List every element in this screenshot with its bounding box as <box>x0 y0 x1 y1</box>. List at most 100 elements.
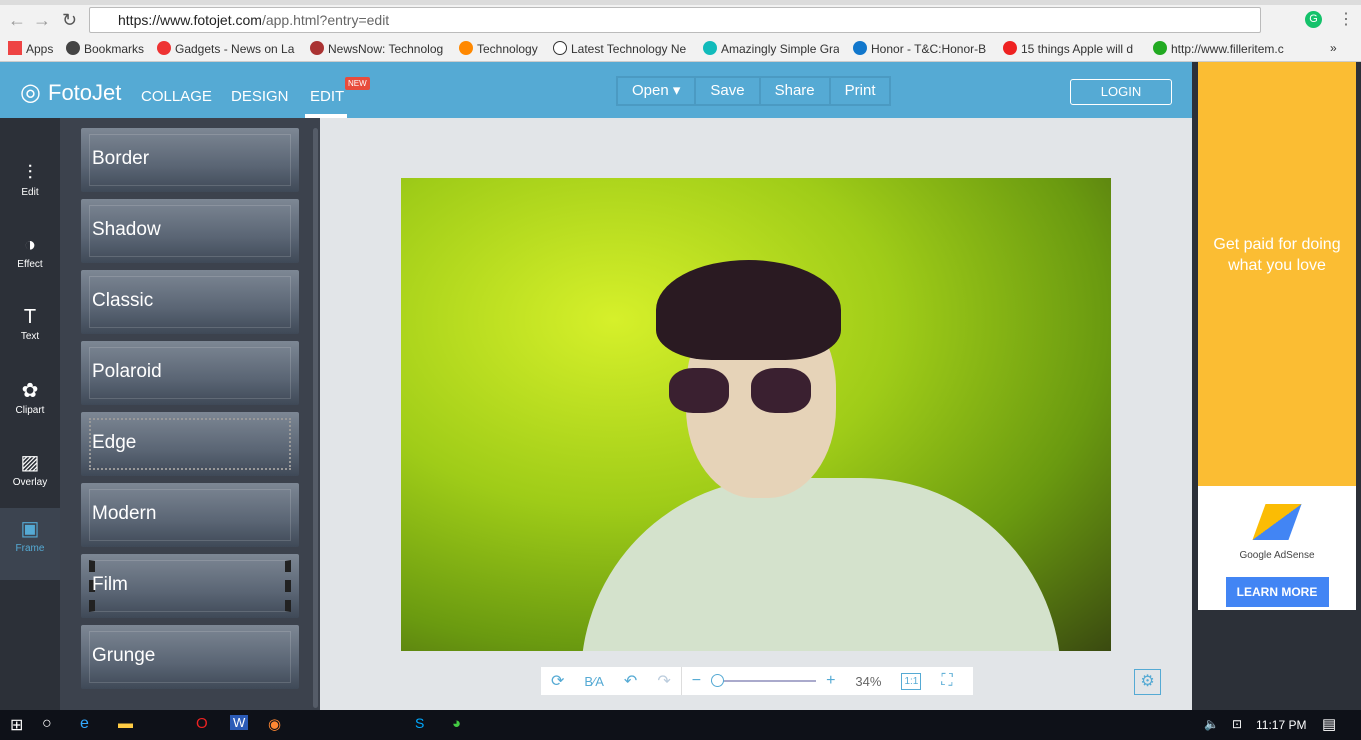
bookmark[interactable]: NewsNow: Technolog <box>310 41 444 56</box>
rail-label: Edit <box>21 187 39 198</box>
bookmark[interactable]: Amazingly Simple Gra <box>703 41 839 56</box>
frame-panel-scrollbar[interactable] <box>313 128 318 708</box>
bookmark[interactable]: 15 things Apple will d <box>1003 41 1140 56</box>
frame-label: Modern <box>92 503 157 524</box>
bookmark[interactable]: Gadgets - News on La <box>157 41 295 56</box>
zoom-out-icon[interactable]: − <box>692 672 701 690</box>
logo: FotoJet <box>48 80 122 105</box>
photo-shirt <box>581 478 1061 651</box>
frame-polaroid[interactable]: Polaroid <box>81 341 299 405</box>
rail-frame[interactable]: ▣ Frame <box>0 508 60 580</box>
bookmark[interactable]: Honor - T&C:Honor-B <box>853 41 986 56</box>
rail-clipart[interactable]: ✿ Clipart <box>0 370 60 442</box>
more-bookmarks[interactable]: » <box>1330 41 1337 55</box>
rail-text[interactable]: T Text <box>0 298 60 370</box>
bookmark[interactable]: http://www.filleritem.c <box>1153 41 1293 56</box>
bookmark-label: Latest Technology Ne <box>571 42 687 56</box>
clipart-icon: ✿ <box>21 380 39 402</box>
rotate-icon[interactable]: ⟳ <box>551 671 564 691</box>
address-bar[interactable]: https://www.fotojet.com/app.html?entry=e… <box>89 7 1261 33</box>
fullscreen-icon[interactable]: ⛶ <box>941 672 952 690</box>
overlay-icon: ▨ <box>20 452 40 474</box>
forward-icon[interactable]: → <box>33 10 51 31</box>
notifications-icon[interactable]: ▤ <box>1322 715 1336 733</box>
share-button[interactable]: Share <box>761 78 831 104</box>
print-button[interactable]: Print <box>831 78 890 104</box>
frame-grunge[interactable]: Grunge <box>81 625 299 689</box>
login-button[interactable]: LOGIN <box>1070 79 1172 105</box>
gear-icon: ⚙ <box>1140 673 1155 690</box>
network-icon[interactable]: ⊡ <box>1232 717 1242 731</box>
frame-label: Film <box>92 574 128 595</box>
zoom-in-icon[interactable]: + <box>826 672 835 690</box>
bookmark-apps[interactable]: Apps <box>8 41 53 56</box>
rail-effect[interactable]: ◑ Effect <box>0 226 60 298</box>
menu-icon[interactable]: ⋮ <box>1338 9 1354 29</box>
clock[interactable]: 11:17 PM <box>1256 718 1306 732</box>
frame-label: Polaroid <box>92 361 162 382</box>
chrome-icon[interactable]: ◕ <box>452 715 461 732</box>
frame-icon: ▣ <box>20 518 40 540</box>
frame-modern[interactable]: Modern <box>81 483 299 547</box>
divider <box>680 667 682 695</box>
ad-banner[interactable]: Get paid for doing what you love <box>1198 62 1356 486</box>
redo-icon[interactable]: ↷ <box>657 671 670 691</box>
frame-border[interactable]: Border <box>81 128 299 192</box>
windows-start-icon[interactable]: ⊞ <box>10 715 23 735</box>
cortana-icon[interactable]: ○ <box>42 715 52 733</box>
bookmark[interactable]: Latest Technology Ne <box>553 41 689 56</box>
rail-edit[interactable]: ⫶ Edit <box>0 154 60 226</box>
firefox-icon[interactable]: ◉ <box>268 715 281 733</box>
frame-label: Edge <box>92 432 137 453</box>
frame-label: Border <box>92 148 150 169</box>
back-icon[interactable]: ← <box>8 10 26 31</box>
new-badge: NEW <box>345 77 370 90</box>
bookmark-label: Honor - T&C:Honor-B <box>871 42 986 56</box>
tool-rail: ⫶ Edit ◑ Effect T Text ✿ Clipart ▨ Overlay ▣ F… <box>0 118 60 710</box>
before-after-icon[interactable]: B⁄A <box>584 674 604 689</box>
logo-icon: ◎ <box>20 79 41 106</box>
app-header: ◎ FotoJet COLLAGE DESIGN EDIT <box>0 62 1192 118</box>
bookmark-label: Amazingly Simple Gra <box>721 42 839 56</box>
bookmark-bookmarks[interactable]: Bookmarks <box>66 41 144 56</box>
frame-shadow[interactable]: Shadow <box>81 199 299 263</box>
undo-icon[interactable]: ↶ <box>624 671 637 691</box>
frame-film[interactable]: Film <box>81 554 299 618</box>
reload-icon[interactable]: ↻ <box>62 10 77 31</box>
frame-label: Classic <box>92 290 154 311</box>
photo-sunglasses <box>751 368 811 413</box>
zoom-level: 34% <box>855 673 882 689</box>
actual-size-button[interactable]: 1:1 <box>901 672 922 690</box>
bookmark-label: Bookmarks <box>84 42 145 56</box>
bookmark-label: NewsNow: Technolog <box>328 42 444 56</box>
frame-edge[interactable]: Edge <box>81 412 299 476</box>
photo-sunglasses <box>669 368 729 413</box>
learn-more-button[interactable]: LEARN MORE <box>1225 577 1329 607</box>
zoom-slider-handle[interactable] <box>711 674 725 687</box>
open-button[interactable]: Open ▾ <box>618 78 697 104</box>
photo-hair <box>656 260 841 360</box>
effect-icon: ◑ <box>23 234 37 256</box>
ad-brand: Google AdSense <box>1239 550 1315 561</box>
bookmark-label: 15 things Apple will d <box>1021 42 1134 56</box>
nav-collage[interactable]: COLLAGE <box>141 88 212 105</box>
bookmark[interactable]: Technology <box>459 41 538 56</box>
word-icon[interactable]: W <box>230 715 249 730</box>
volume-muted-icon[interactable]: 🔈 <box>1204 717 1219 731</box>
file-explorer-icon[interactable]: ▬ <box>118 715 133 732</box>
nav-edit[interactable]: EDIT <box>310 88 344 105</box>
frame-label: Grunge <box>92 645 156 666</box>
nav-design[interactable]: DESIGN <box>231 88 289 105</box>
zoom-slider[interactable] <box>711 674 817 687</box>
save-button[interactable]: Save <box>696 78 761 104</box>
rail-overlay[interactable]: ▨ Overlay <box>0 442 60 514</box>
url-path: /app.html?entry=edit <box>261 12 390 28</box>
frame-label: Shadow <box>92 219 161 240</box>
opera-icon[interactable]: O <box>196 715 208 732</box>
skype-icon[interactable]: S <box>415 715 424 731</box>
frame-classic[interactable]: Classic <box>81 270 299 334</box>
settings-button[interactable]: ⚙ <box>1134 669 1161 695</box>
edge-icon[interactable]: e <box>80 715 89 733</box>
grammarly-icon[interactable]: G <box>1305 11 1322 28</box>
edited-photo[interactable] <box>401 178 1111 651</box>
